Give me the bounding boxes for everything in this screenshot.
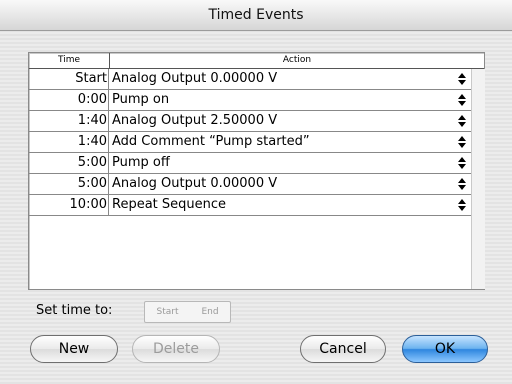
time-cell[interactable]: 10:00 [29, 195, 109, 215]
column-header-time[interactable]: Time [29, 55, 109, 65]
window-title: Timed Events [208, 7, 304, 23]
up-down-arrows-icon[interactable] [458, 199, 466, 211]
table-row[interactable]: 5:00 Analog Output 0.00000 V [29, 174, 484, 195]
table-row[interactable]: 1:40 Analog Output 2.50000 V [29, 111, 484, 132]
table-row[interactable]: 0:00 Pump on [29, 90, 484, 111]
table-row[interactable]: Start Analog Output 0.00000 V [29, 69, 484, 90]
vertical-scrollbar[interactable] [471, 69, 485, 289]
time-cell[interactable]: 5:00 [29, 153, 109, 173]
time-cell[interactable]: 1:40 [29, 111, 109, 131]
table-row[interactable]: 1:40 Add Comment “Pump started” [29, 132, 484, 153]
new-button[interactable]: New [30, 335, 118, 363]
time-cell[interactable]: Start [29, 69, 109, 89]
action-cell[interactable]: Pump on [110, 90, 470, 110]
table-row[interactable]: 10:00 Repeat Sequence [29, 195, 484, 216]
time-value: Start [75, 71, 107, 86]
time-value: 10:00 [69, 197, 107, 212]
table-header: Time Action [29, 53, 484, 69]
cancel-button[interactable]: Cancel [300, 335, 386, 363]
set-time-start-button[interactable]: Start [144, 301, 191, 323]
time-value: 0:00 [77, 92, 107, 107]
action-cell[interactable]: Analog Output 0.00000 V [110, 174, 470, 194]
set-time-end-button[interactable]: End [190, 301, 231, 323]
time-value: 5:00 [77, 176, 107, 191]
action-cell[interactable]: Pump off [110, 153, 470, 173]
table-rows: Start Analog Output 0.00000 V 0:00 Pump … [29, 69, 484, 216]
action-cell[interactable]: Add Comment “Pump started” [110, 132, 470, 152]
time-value: 1:40 [77, 134, 107, 149]
action-cell[interactable]: Repeat Sequence [110, 195, 470, 215]
timed-events-table: Time Action Start Analog Output 0.00000 … [28, 52, 485, 290]
up-down-arrows-icon[interactable] [458, 136, 466, 148]
title-bar[interactable]: Timed Events [0, 0, 512, 31]
delete-button[interactable]: Delete [132, 335, 220, 363]
time-cell[interactable]: 5:00 [29, 174, 109, 194]
up-down-arrows-icon[interactable] [458, 178, 466, 190]
column-header-action[interactable]: Action [110, 55, 484, 65]
time-value: 1:40 [77, 113, 107, 128]
up-down-arrows-icon[interactable] [458, 73, 466, 85]
action-cell[interactable]: Analog Output 2.50000 V [110, 111, 470, 131]
ok-button[interactable]: OK [402, 335, 488, 363]
up-down-arrows-icon[interactable] [458, 157, 466, 169]
set-time-label: Set time to: [36, 303, 113, 318]
up-down-arrows-icon[interactable] [458, 115, 466, 127]
time-cell[interactable]: 0:00 [29, 90, 109, 110]
up-down-arrows-icon[interactable] [458, 94, 466, 106]
time-cell[interactable]: 1:40 [29, 132, 109, 152]
table-row[interactable]: 5:00 Pump off [29, 153, 484, 174]
time-value: 5:00 [77, 155, 107, 170]
action-cell[interactable]: Analog Output 0.00000 V [110, 69, 470, 89]
